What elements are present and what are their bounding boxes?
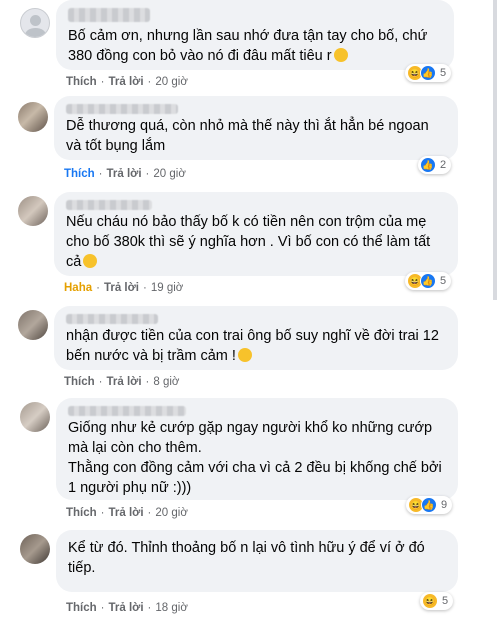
reaction-count: 9 — [441, 499, 448, 511]
reply-link[interactable]: Trả lời — [109, 507, 144, 519]
comment-actions: Thích · Trả lời · 20 giờ — [66, 76, 188, 88]
reaction-summary[interactable]: 😆 👍 5 — [405, 272, 452, 290]
timestamp[interactable]: 20 giờ — [153, 168, 185, 180]
comment-bubble: Kể từ đó. Thỉnh thoảng bố n lại vô tình … — [56, 530, 458, 592]
like-link[interactable]: Thích — [66, 76, 97, 88]
haha-reaction-icon: 😆 — [422, 593, 438, 609]
timestamp[interactable]: 19 giờ — [151, 282, 183, 294]
laughing-emoji — [237, 348, 252, 362]
reply-link[interactable]: Trả lời — [104, 282, 139, 294]
avatar[interactable] — [20, 402, 50, 432]
comment-actions: Thích · Trả lời · 8 giờ — [64, 376, 180, 388]
reaction-count: 5 — [440, 67, 447, 79]
like-link[interactable]: Thích — [66, 507, 97, 519]
avatar[interactable] — [20, 534, 50, 564]
reaction-count: 2 — [440, 159, 447, 171]
rofl-emoji — [83, 254, 98, 268]
timestamp[interactable]: 20 giờ — [155, 507, 187, 519]
like-reaction-icon: 👍 — [420, 273, 436, 289]
timestamp[interactable]: 8 giờ — [153, 376, 179, 388]
like-reaction-icon: 👍 — [420, 157, 436, 173]
comment-bubble: Giống như kẻ cướp gặp ngay người khổ ko … — [56, 398, 458, 500]
reply-link[interactable]: Trả lời — [107, 168, 142, 180]
author-name-blurred[interactable] — [66, 314, 158, 324]
reaction-summary[interactable]: 👍 2 — [418, 156, 452, 174]
comment-bubble: Bố cảm ơn, nhưng lần sau nhớ đưa tận tay… — [56, 0, 454, 70]
worried-face-emoji — [333, 48, 348, 62]
comment-text: Nếu cháu nó bảo thấy bố k có tiền nên co… — [66, 214, 435, 270]
timestamp[interactable]: 20 giờ — [155, 76, 187, 88]
comment-text: Bố cảm ơn, nhưng lần sau nhớ đưa tận tay… — [68, 28, 432, 64]
comment-bubble: Nếu cháu nó bảo thấy bố k có tiền nên co… — [54, 192, 458, 276]
reaction-summary[interactable]: 😆 👍 9 — [406, 496, 453, 514]
comment-text: Kể từ đó. Thỉnh thoảng bố n lại vô tình … — [68, 540, 429, 576]
reaction-count: 5 — [442, 595, 449, 607]
reaction-summary[interactable]: 😆 👍 5 — [405, 64, 452, 82]
author-name-blurred[interactable] — [68, 8, 150, 22]
comment-actions: Thích · Trả lời · 20 giờ — [64, 168, 186, 180]
haha-link[interactable]: Haha — [64, 282, 92, 294]
like-link[interactable]: Thích — [64, 376, 95, 388]
reaction-count: 5 — [440, 275, 447, 287]
like-reaction-icon: 👍 — [420, 65, 436, 81]
comment-actions: Thích · Trả lời · 18 giờ — [66, 602, 188, 614]
avatar[interactable] — [18, 102, 48, 132]
reply-link[interactable]: Trả lời — [109, 602, 144, 614]
timestamp[interactable]: 18 giờ — [155, 602, 187, 614]
comment-text: Dễ thương quá, còn nhỏ mà thế này thì ắt… — [66, 118, 433, 154]
scrollbar[interactable] — [493, 0, 497, 300]
avatar[interactable] — [18, 310, 48, 340]
author-name-blurred[interactable] — [68, 406, 186, 416]
avatar[interactable] — [18, 196, 48, 226]
comment-bubble: nhận được tiền của con trai ông bố suy n… — [54, 306, 458, 370]
avatar[interactable] — [20, 8, 50, 38]
reply-link[interactable]: Trả lời — [107, 376, 142, 388]
like-link[interactable]: Thích — [64, 168, 95, 180]
comment-actions: Thích · Trả lời · 20 giờ — [66, 507, 188, 519]
comment-text: Giống như kẻ cướp gặp ngay người khổ ko … — [68, 420, 442, 496]
comment-actions: Haha · Trả lời · 19 giờ — [64, 282, 184, 294]
like-reaction-icon: 👍 — [421, 497, 437, 513]
author-name-blurred[interactable] — [66, 104, 178, 114]
comment-bubble: Dễ thương quá, còn nhỏ mà thế này thì ắt… — [54, 96, 458, 160]
author-name-blurred[interactable] — [66, 200, 152, 210]
comment-text: nhận được tiền của con trai ông bố suy n… — [66, 328, 443, 364]
reaction-summary[interactable]: 😆 5 — [420, 592, 454, 610]
like-link[interactable]: Thích — [66, 602, 97, 614]
reply-link[interactable]: Trả lời — [109, 76, 144, 88]
